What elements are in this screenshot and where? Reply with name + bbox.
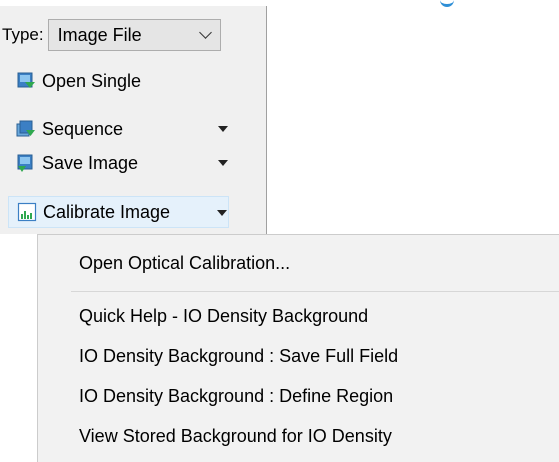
- open-single-label: Open Single: [42, 70, 142, 91]
- sequence-dropdown-icon[interactable]: [218, 126, 228, 132]
- type-label: Type:: [2, 25, 44, 44]
- calibrate-image-dropdown-icon[interactable]: [217, 210, 227, 216]
- menu-item-define-region[interactable]: IO Density Background : Define Region: [79, 381, 393, 411]
- menu-item-view-stored-background[interactable]: View Stored Background for IO Density: [79, 421, 392, 451]
- open-single-icon: [16, 71, 36, 91]
- menu-separator: [71, 291, 559, 292]
- sequence-button[interactable]: Sequence: [16, 114, 246, 144]
- sequence-icon: [16, 119, 36, 139]
- calibrate-dropdown-menu: Open Optical Calibration... Quick Help -…: [37, 234, 559, 462]
- sequence-label: Sequence: [42, 118, 124, 139]
- menu-item-save-full-field[interactable]: IO Density Background : Save Full Field: [79, 341, 398, 371]
- save-image-label: Save Image: [42, 152, 139, 173]
- calibrate-image-button[interactable]: Calibrate Image: [8, 196, 229, 228]
- save-image-button[interactable]: Save Image: [16, 148, 246, 178]
- type-row: Type: Image File: [2, 18, 221, 52]
- type-select-value: Image File: [57, 24, 142, 45]
- toolbar-panel: Type: Image File Open Single Sequence Sa…: [0, 6, 267, 234]
- open-single-button[interactable]: Open Single: [16, 66, 141, 96]
- type-select[interactable]: Image File: [47, 19, 221, 51]
- calibrate-image-label: Calibrate Image: [43, 201, 171, 222]
- menu-item-open-optical-calibration[interactable]: Open Optical Calibration...: [79, 248, 290, 278]
- menu-item-quick-help[interactable]: Quick Help - IO Density Background: [79, 301, 368, 331]
- accent-mark: [440, 0, 454, 7]
- save-image-dropdown-icon[interactable]: [218, 160, 228, 166]
- save-image-icon: [16, 153, 36, 173]
- calibrate-image-icon: [17, 202, 37, 222]
- chevron-down-icon: [198, 26, 212, 39]
